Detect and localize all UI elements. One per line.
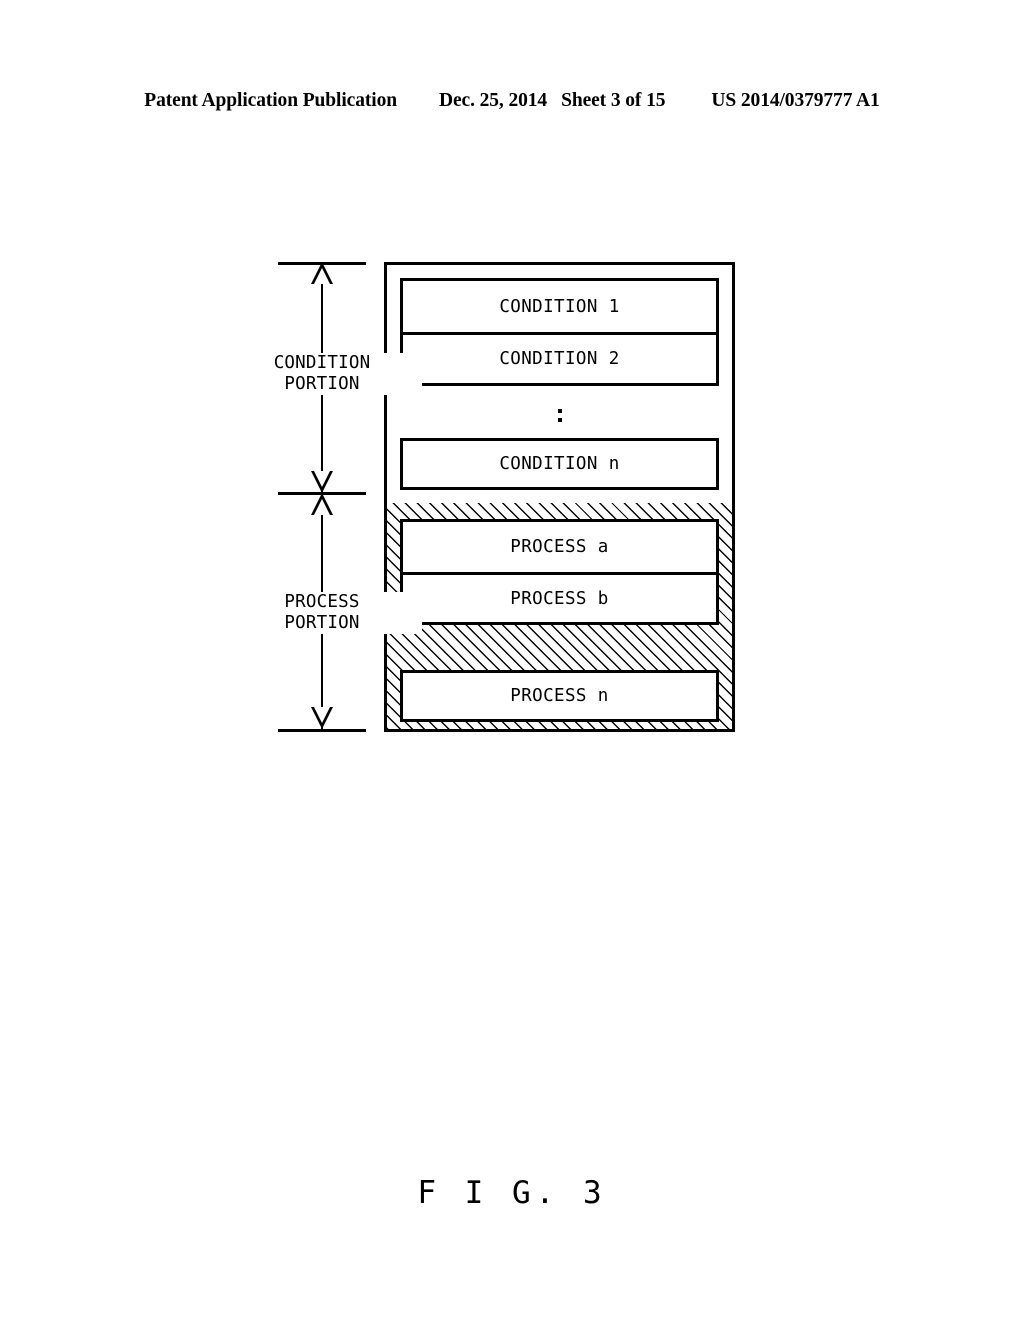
figure-3-diagram: CONDITION 1 CONDITION 2 CONDITION n PROC… [0,0,1024,1320]
condition-box-1: CONDITION 1 [403,281,716,332]
process-box-n-label: PROCESS n [510,686,609,706]
condition-box-2-label: CONDITION 2 [499,349,620,369]
process-box-group: PROCESS a PROCESS b [400,519,719,625]
process-box-b: PROCESS b [403,572,716,622]
condition-box-n: CONDITION n [400,438,719,490]
condition-portion-label: CONDITION PORTION [222,353,422,395]
condition-ellipsis-icon [400,398,719,432]
arrow-down-notch [314,707,330,723]
arrow-up-notch [314,499,330,515]
ellipsis-dot [557,417,562,422]
condition-box-group: CONDITION 1 CONDITION 2 [400,278,719,386]
process-box-b-label: PROCESS b [510,588,609,609]
condition-box-n-label: CONDITION n [499,454,620,474]
process-box-a: PROCESS a [403,522,716,572]
process-box-n: PROCESS n [400,670,719,722]
process-box-a-label: PROCESS a [510,537,609,557]
arrow-down-notch [314,471,330,487]
condition-box-1-label: CONDITION 1 [499,296,620,317]
process-portion-label: PROCESS PORTION [222,592,422,634]
arrow-up-notch [314,268,330,284]
dimension-tick-bottom [278,729,366,732]
figure-caption: F I G. 3 [417,1175,607,1211]
condition-box-2: CONDITION 2 [403,332,716,383]
ellipsis-dot [557,408,562,413]
